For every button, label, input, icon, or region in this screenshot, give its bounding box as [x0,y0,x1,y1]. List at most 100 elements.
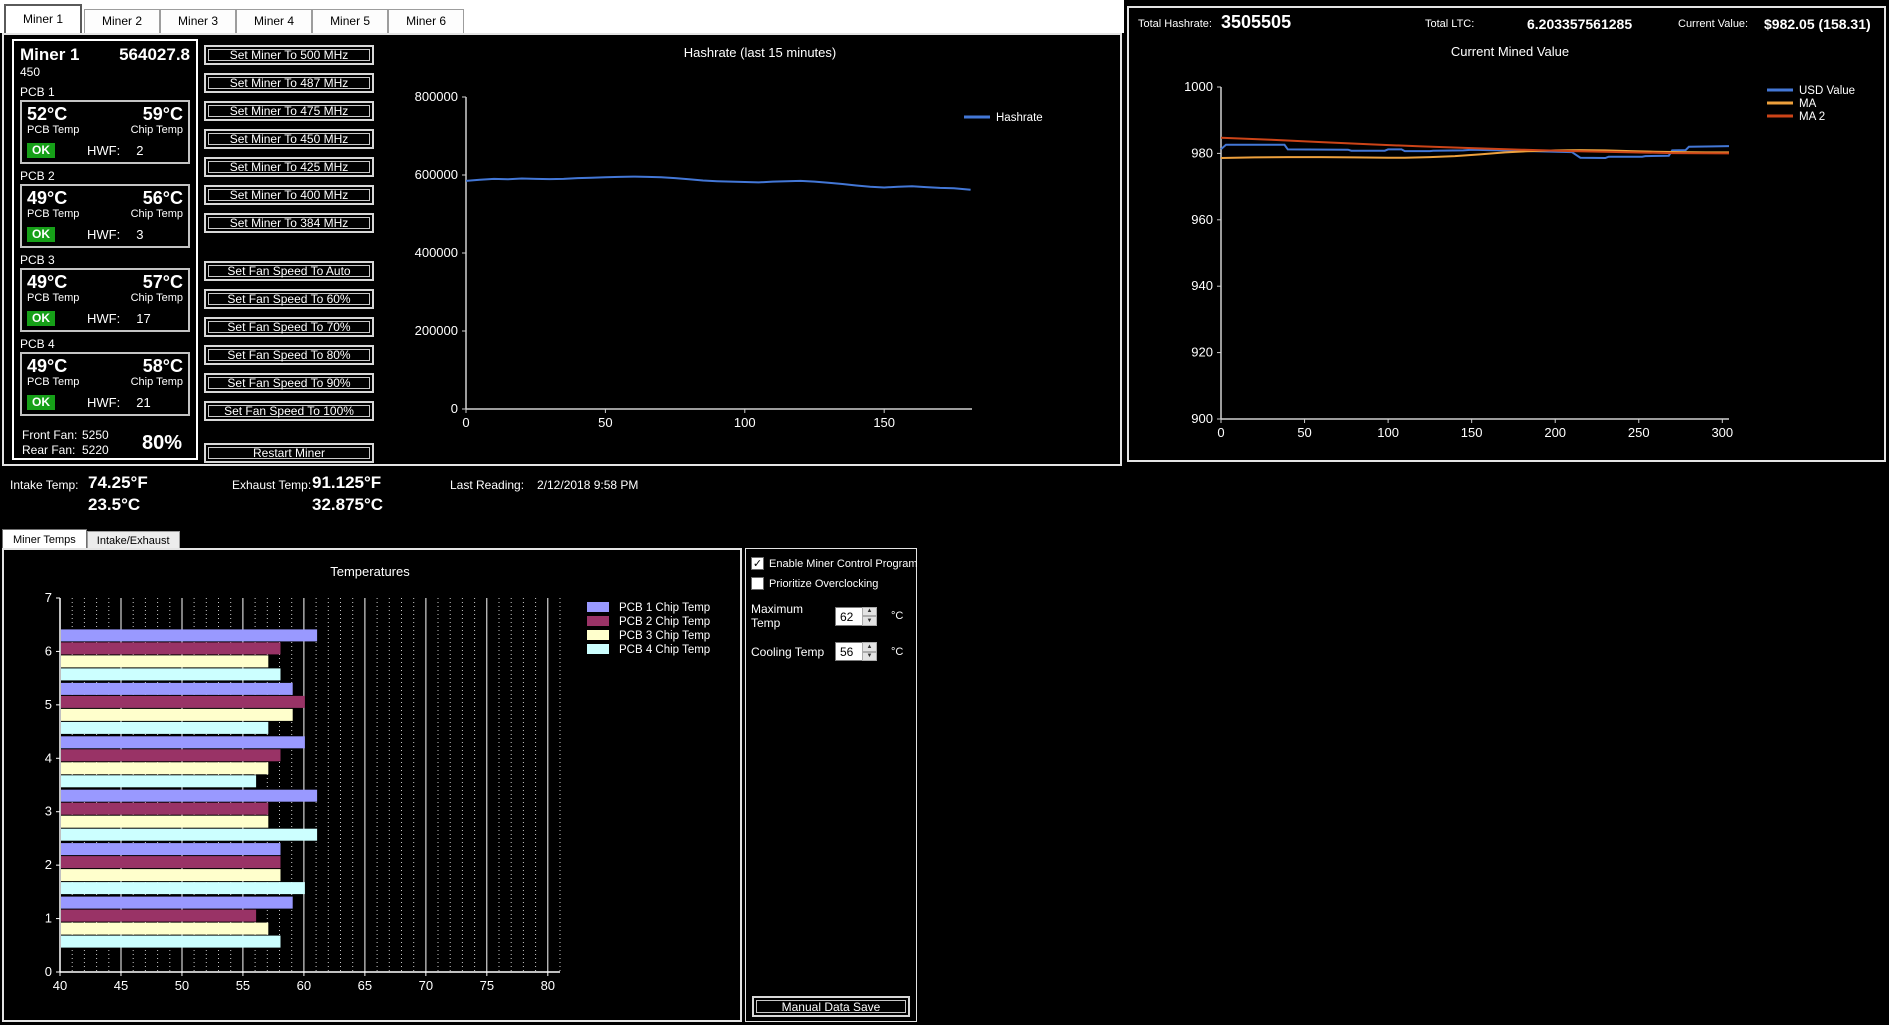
svg-text:600000: 600000 [415,167,458,182]
pcb-4-label: PCB 4 [20,337,190,351]
cooling-temp-up-icon[interactable]: ▲ [862,642,877,652]
set-fan-60-button[interactable]: Set Fan Speed To 60% [204,289,374,309]
svg-text:MA 2: MA 2 [1799,111,1825,123]
set-miner-500mhz-button[interactable]: Set Miner To 500 MHz [204,45,374,65]
svg-text:920: 920 [1191,345,1213,360]
prioritize-overclocking-checkbox[interactable] [751,577,764,590]
rear-fan-label: Rear Fan: [22,443,82,458]
pcb-4-hwf-value: 21 [136,395,150,410]
pcb-1-label: PCB 1 [20,85,190,99]
svg-text:1000: 1000 [1184,79,1213,94]
pcb-1-temp: 52°C [27,104,67,124]
pcb-3-chip-temp: 57°C [143,272,183,292]
tab-miner-6[interactable]: Miner 6 [388,9,464,33]
maximum-temp-up-icon[interactable]: ▲ [862,607,877,617]
svg-text:200000: 200000 [415,323,458,338]
prioritize-overclocking-label: Prioritize Overclocking [769,578,878,590]
hashrate-chart: Hashrate (last 15 minutes)05010015002000… [382,37,1122,465]
svg-text:5: 5 [45,697,52,712]
miner-frequency: 450 [20,65,190,80]
svg-text:900: 900 [1191,411,1213,426]
enable-control-checkbox[interactable]: ✓ [751,557,764,570]
set-miner-475mhz-button[interactable]: Set Miner To 475 MHz [204,101,374,121]
svg-text:Hashrate: Hashrate [996,112,1043,124]
tab-intake-exhaust[interactable]: Intake/Exhaust [87,531,180,549]
svg-text:55: 55 [236,978,250,993]
set-miner-425mhz-button[interactable]: Set Miner To 425 MHz [204,157,374,177]
cooling-temp-unit: °C [891,646,903,658]
temperatures-chart: Temperatures40455055606570758001234567PC… [4,550,740,1020]
pcb-4-box: 49°C 58°C PCB Temp Chip Temp OK HWF: 21 [20,352,190,416]
tab-miner-temps[interactable]: Miner Temps [2,529,87,549]
restart-miner-button[interactable]: Restart Miner [204,443,374,463]
set-fan-100-button[interactable]: Set Fan Speed To 100% [204,401,374,421]
svg-text:50: 50 [175,978,189,993]
pcb-temp-label: PCB Temp [27,124,79,137]
last-reading-label: Last Reading: [450,478,524,492]
miner-button-column: Set Miner To 500 MHz Set Miner To 487 MH… [204,45,374,471]
pcb-temp-label: PCB Temp [27,292,79,305]
svg-text:100: 100 [1377,425,1399,440]
set-fan-90-button[interactable]: Set Fan Speed To 90% [204,373,374,393]
svg-text:0: 0 [1217,425,1224,440]
pcb-3-label: PCB 3 [20,253,190,267]
exhaust-temp-label: Exhaust Temp: [232,478,311,492]
hwf-label: HWF: [87,311,120,326]
set-miner-487mhz-button[interactable]: Set Miner To 487 MHz [204,73,374,93]
pcb-2-hwf-value: 3 [136,227,143,242]
svg-text:50: 50 [598,415,612,430]
miner-control-app: Miner 1 Miner 2 Miner 3 Miner 4 Miner 5 … [0,0,1889,1025]
svg-text:Temperatures: Temperatures [330,564,410,579]
pcb-3-status-badge: OK [27,311,55,326]
svg-text:80: 80 [541,978,555,993]
miner-detail-panel: Miner 1 564027.8 450 PCB 1 52°C 59°C PCB… [2,33,1122,466]
svg-text:150: 150 [873,415,895,430]
tab-miner-4[interactable]: Miner 4 [236,9,312,33]
set-fan-70-button[interactable]: Set Fan Speed To 70% [204,317,374,337]
hwf-label: HWF: [87,143,120,158]
set-fan-80-button[interactable]: Set Fan Speed To 80% [204,345,374,365]
tab-miner-5[interactable]: Miner 5 [312,9,388,33]
miner-name: Miner 1 [20,45,80,65]
svg-text:PCB 4 Chip Temp: PCB 4 Chip Temp [619,644,710,656]
pcb-2-temp: 49°C [27,188,67,208]
svg-text:1: 1 [45,911,52,926]
chip-temp-label: Chip Temp [131,208,183,221]
svg-text:980: 980 [1191,145,1213,160]
pcb-2-status-badge: OK [27,227,55,242]
set-fan-auto-button[interactable]: Set Fan Speed To Auto [204,261,374,281]
svg-text:PCB 2 Chip Temp: PCB 2 Chip Temp [619,616,710,628]
svg-text:960: 960 [1191,212,1213,227]
set-miner-450mhz-button[interactable]: Set Miner To 450 MHz [204,129,374,149]
tab-miner-1[interactable]: Miner 1 [4,4,82,33]
pcb-1-chip-temp: 59°C [143,104,183,124]
hwf-label: HWF: [87,227,120,242]
svg-text:50: 50 [1297,425,1311,440]
tab-miner-2[interactable]: Miner 2 [84,9,160,33]
front-fan-label: Front Fan: [22,428,82,443]
intake-temp-c: 23.5°C [88,495,140,515]
svg-text:40: 40 [53,978,67,993]
pcb-2-chip-temp: 56°C [143,188,183,208]
set-miner-384mhz-button[interactable]: Set Miner To 384 MHz [204,213,374,233]
chip-temp-label: Chip Temp [131,124,183,137]
cooling-temp-down-icon[interactable]: ▼ [862,652,877,662]
set-miner-400mhz-button[interactable]: Set Miner To 400 MHz [204,185,374,205]
svg-text:6: 6 [45,643,52,658]
svg-text:4: 4 [45,750,52,765]
svg-text:2: 2 [45,857,52,872]
svg-text:PCB 1 Chip Temp: PCB 1 Chip Temp [619,602,710,614]
svg-text:0: 0 [451,401,458,416]
pcb-temp-label: PCB Temp [27,208,79,221]
tab-miner-3[interactable]: Miner 3 [160,9,236,33]
manual-data-save-button[interactable]: Manual Data Save [752,996,910,1017]
maximum-temp-down-icon[interactable]: ▼ [862,616,877,626]
exhaust-temp-c: 32.875°C [312,495,383,515]
pcb-1-status-badge: OK [27,143,55,158]
front-fan-rpm: 5250 [82,428,109,442]
maximum-temp-input[interactable]: 62 [835,607,862,626]
fan-percent: 80% [142,432,182,455]
last-reading-value: 2/12/2018 9:58 PM [537,478,638,492]
mined-value-panel: Total Hashrate: 3505505 Total LTC: 6.203… [1127,6,1886,462]
cooling-temp-input[interactable]: 56 [835,642,862,661]
